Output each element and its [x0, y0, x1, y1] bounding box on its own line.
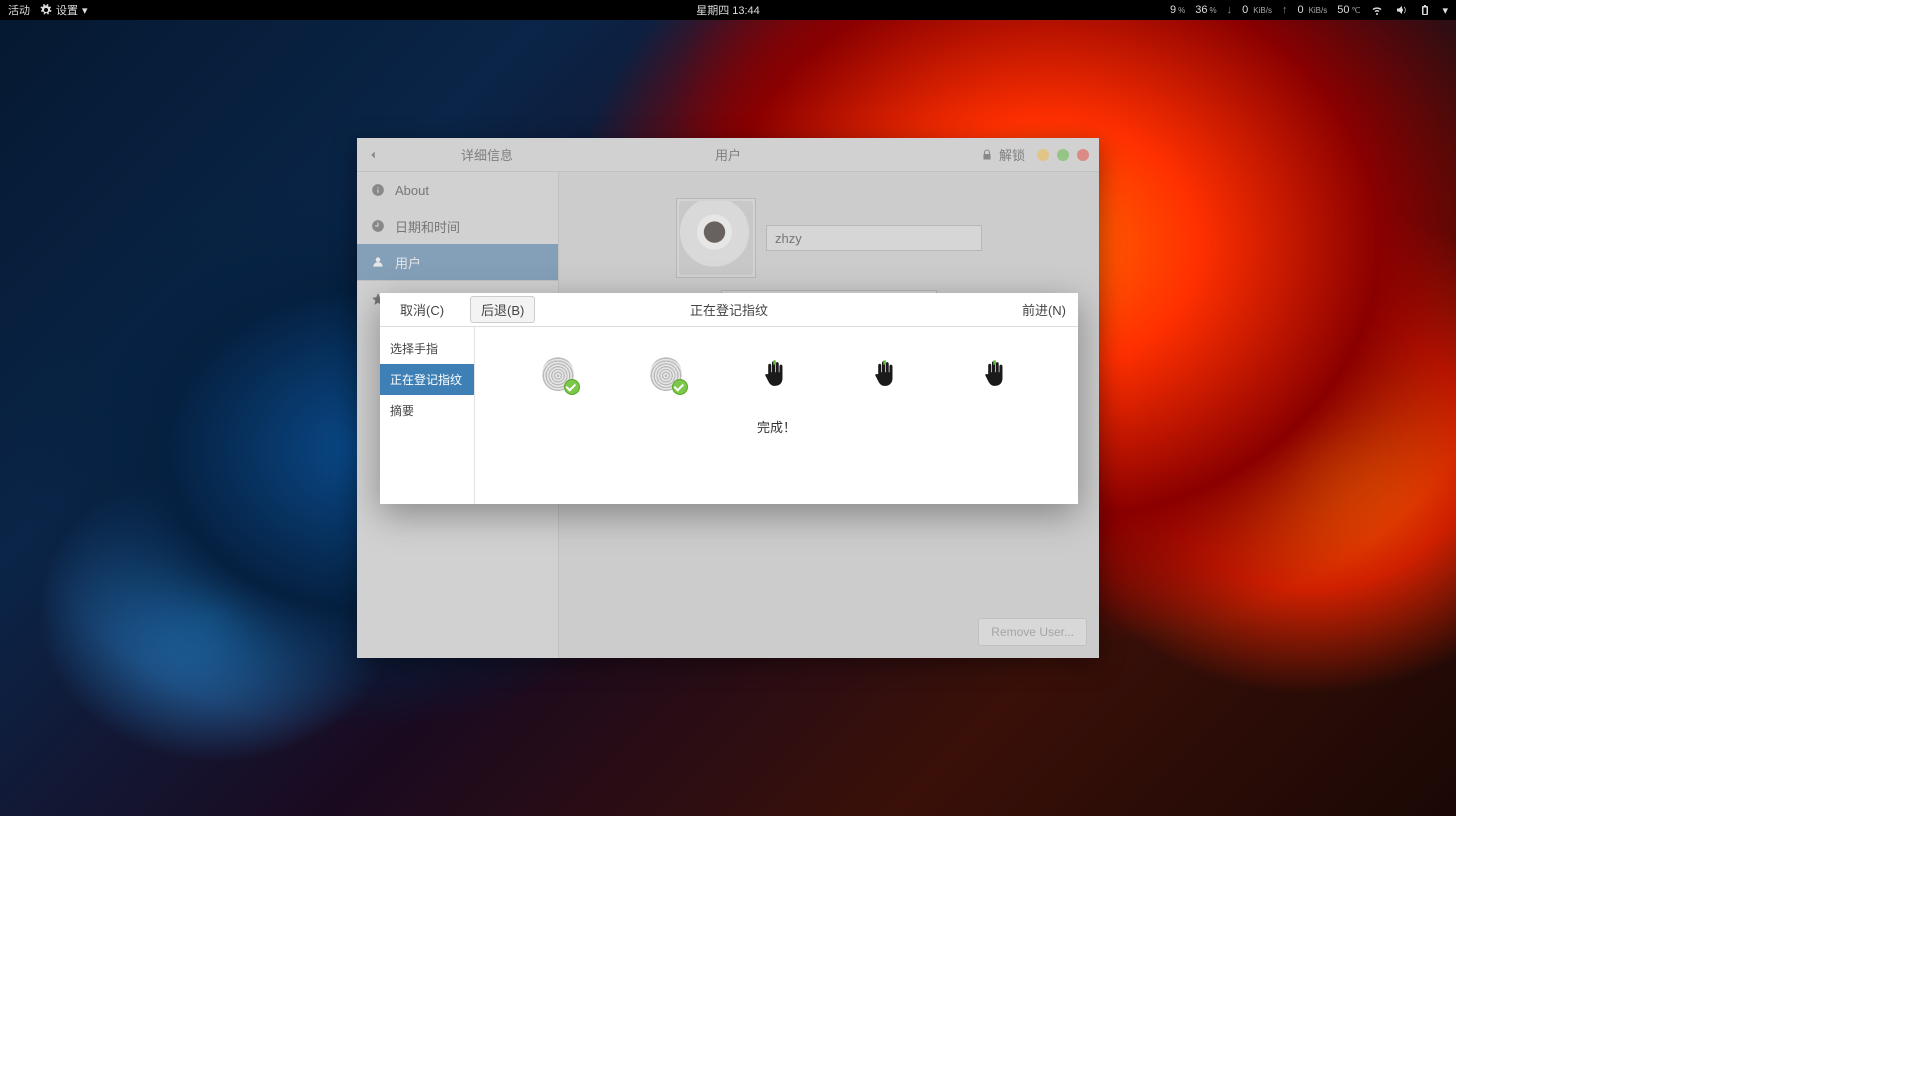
clock[interactable]: 星期四 13:44: [696, 2, 760, 18]
net-down: 0KiB/s: [1242, 4, 1272, 16]
net-up: 0KiB/s: [1297, 4, 1327, 16]
fingerprint-dialog: 取消(C) 后退(B) 正在登记指纹 前进(N) 选择手指 正在登记指纹 摘要: [380, 293, 1078, 504]
hand-icon: [758, 357, 792, 391]
arrow-up-icon: ↑: [1282, 4, 1288, 16]
done-message: 完成！: [757, 417, 796, 436]
step-summary[interactable]: 摘要: [380, 395, 474, 426]
temperature: 50℃: [1337, 4, 1360, 16]
mem-usage: 36%: [1195, 4, 1216, 16]
settings-gear-icon: [40, 4, 52, 16]
fingerprint-slot-1-done-icon: [542, 357, 574, 391]
chevron-down-icon: ▾: [82, 4, 88, 17]
cpu-usage: 9%: [1170, 4, 1185, 16]
back-button[interactable]: 后退(B): [470, 296, 535, 323]
step-enrolling[interactable]: 正在登记指纹: [380, 364, 474, 395]
activities-button[interactable]: 活动: [8, 2, 30, 18]
dialog-step-list: 选择手指 正在登记指纹 摘要: [380, 327, 475, 504]
step-select-finger[interactable]: 选择手指: [380, 333, 474, 364]
hand-icon: [868, 357, 902, 391]
settings-menu[interactable]: 设置 ▾: [40, 2, 88, 18]
battery-icon[interactable]: [1418, 4, 1432, 16]
next-button[interactable]: 前进(N): [1022, 300, 1066, 319]
settings-menu-label: 设置: [56, 2, 78, 18]
gnome-top-bar: 活动 设置 ▾ 星期四 13:44 9% 36% ↓ 0KiB/s ↑ 0KiB…: [0, 0, 1456, 20]
dialog-content: 完成！: [475, 327, 1078, 504]
wifi-icon[interactable]: [1370, 4, 1384, 16]
hand-icon: [978, 357, 1012, 391]
dialog-title: 正在登记指纹: [690, 300, 768, 319]
arrow-down-icon: ↓: [1227, 4, 1233, 16]
dialog-headerbar: 取消(C) 后退(B) 正在登记指纹 前进(N): [380, 293, 1078, 327]
fingerprint-slot-2-done-icon: [650, 357, 682, 391]
volume-icon[interactable]: [1394, 4, 1408, 16]
desktop-wallpaper: 活动 设置 ▾ 星期四 13:44 9% 36% ↓ 0KiB/s ↑ 0KiB…: [0, 0, 1456, 816]
cancel-button[interactable]: 取消(C): [392, 296, 452, 323]
chevron-down-icon[interactable]: ▾: [1442, 4, 1448, 17]
